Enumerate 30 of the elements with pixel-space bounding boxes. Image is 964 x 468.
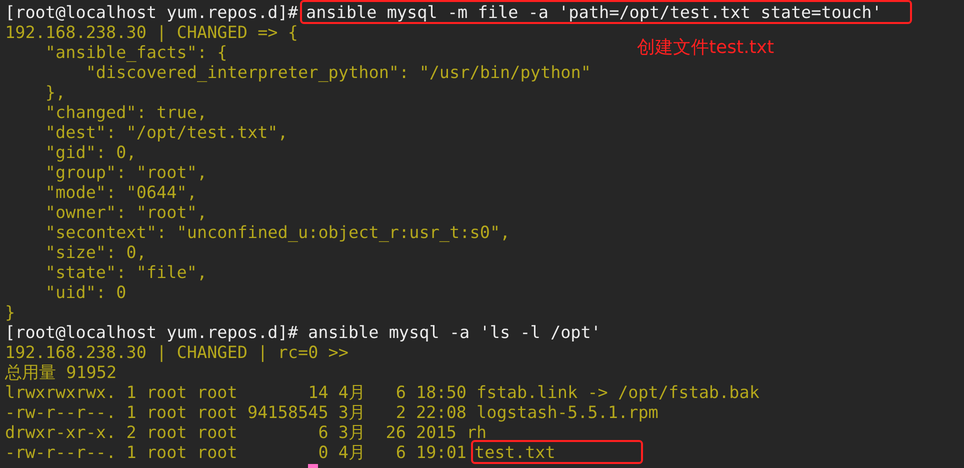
shell-prompt: [root@localhost yum.repos.d]# — [5, 2, 298, 22]
command-text: ansible mysql -a 'ls -l /opt' — [308, 322, 601, 342]
output-text: "ansible_facts": { — [44, 42, 228, 62]
file-attributes: -rw-r--r--. 1 root root 94158545 3月 2 22:08 — [5, 402, 467, 422]
file-name: test.txt — [472, 442, 642, 462]
output-text: "uid": 0 — [44, 282, 126, 302]
output-text: "owner": "root", — [44, 202, 208, 222]
output-text: "dest": "/opt/test.txt", — [44, 122, 288, 142]
output-text: 192.168.238.30 | CHANGED => { — [5, 22, 298, 42]
output-text: "group": "root", — [44, 162, 208, 182]
output-text: "mode": "0644", — [44, 182, 197, 202]
output-text: "changed": true, — [44, 102, 208, 122]
output-text: "discovered_interpreter_python": "/usr/bin/python" — [84, 62, 591, 82]
command-text: ansible mysql -m file -a 'path=/opt/test.txt state=touch' — [302, 2, 910, 22]
output-text: } — [5, 302, 16, 322]
file-attributes: lrwxrwxrwx. 1 root root 14 4月 6 18:50 — [5, 382, 467, 402]
output-text: "state": "file", — [44, 262, 208, 282]
output-text: "secontext": "unconfined_u:object_r:usr_t:s0", — [44, 222, 510, 242]
output-text: "size": 0, — [44, 242, 146, 262]
shell-prompt: [root@localhost yum.repos.d]# — [5, 322, 298, 342]
file-attributes: drwxr-xr-x. 2 root root 6 3月 26 2015 — [5, 422, 456, 442]
file-name: logstash-5.5.1.rpm — [476, 402, 658, 422]
output-text: 192.168.238.30 | CHANGED | rc=0 >> — [5, 342, 349, 362]
output-text: }, — [44, 82, 66, 102]
file-name: rh — [466, 422, 487, 442]
file-name: fstab.link -> /opt/fstab.bak — [476, 382, 760, 402]
output-text: "gid": 0, — [44, 142, 136, 162]
annotation-text: 创建文件test.txt — [637, 36, 774, 60]
output-text: 总用量 91952 — [5, 362, 117, 382]
file-attributes: -rw-r--r--. 1 root root 0 4月 6 19:01 — [5, 442, 467, 462]
